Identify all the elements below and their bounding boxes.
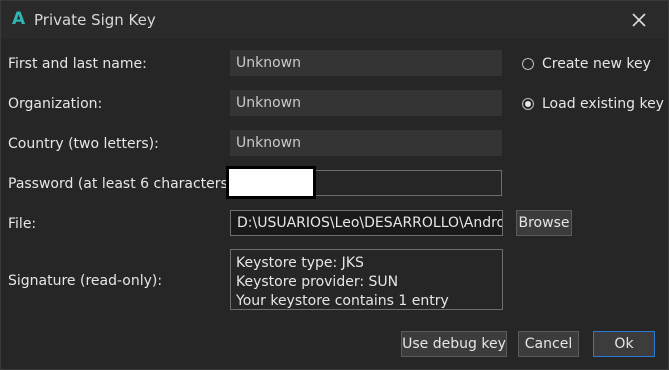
password-label: Password (at least 6 characters): [8, 176, 239, 192]
browse-button[interactable]: Browse [516, 210, 572, 236]
create-new-key-label: Create new key [542, 56, 651, 72]
signature-label: Signature (read-only): [8, 273, 163, 289]
organization-field[interactable]: Unknown [230, 90, 502, 116]
signature-textbox[interactable]: Keystore type: JKS Keystore provider: SU… [230, 249, 503, 310]
file-path-field[interactable]: D:\USUARIOS\Leo\DESARROLLO\Android [230, 210, 503, 236]
app-logo-icon: A [12, 9, 26, 29]
use-debug-key-button[interactable]: Use debug key [401, 331, 507, 357]
private-sign-key-dialog: A Private Sign Key First and last name: … [0, 0, 669, 370]
radio-unchecked-icon [522, 58, 534, 70]
close-button[interactable] [628, 9, 650, 31]
signature-line: Keystore type: JKS [236, 255, 364, 271]
organization-label: Organization: [8, 96, 103, 112]
password-redaction [226, 166, 316, 199]
name-field[interactable]: Unknown [230, 50, 502, 76]
close-icon [632, 13, 646, 27]
ok-button[interactable]: Ok [593, 331, 655, 357]
load-existing-key-label: Load existing key [542, 96, 664, 112]
signature-line: Keystore provider: SUN [236, 274, 399, 290]
file-label: File: [8, 216, 37, 232]
title-bar: A Private Sign Key [1, 1, 668, 39]
radio-checked-icon [522, 98, 534, 110]
country-label: Country (two letters): [8, 136, 159, 152]
window-title: Private Sign Key [34, 11, 156, 29]
create-new-key-radio[interactable]: Create new key [522, 56, 662, 76]
load-existing-key-radio[interactable]: Load existing key [522, 96, 664, 116]
country-field[interactable]: Unknown [230, 130, 502, 156]
name-label: First and last name: [8, 56, 147, 72]
cancel-button[interactable]: Cancel [518, 331, 579, 357]
signature-line: Your keystore contains 1 entry [236, 293, 449, 309]
